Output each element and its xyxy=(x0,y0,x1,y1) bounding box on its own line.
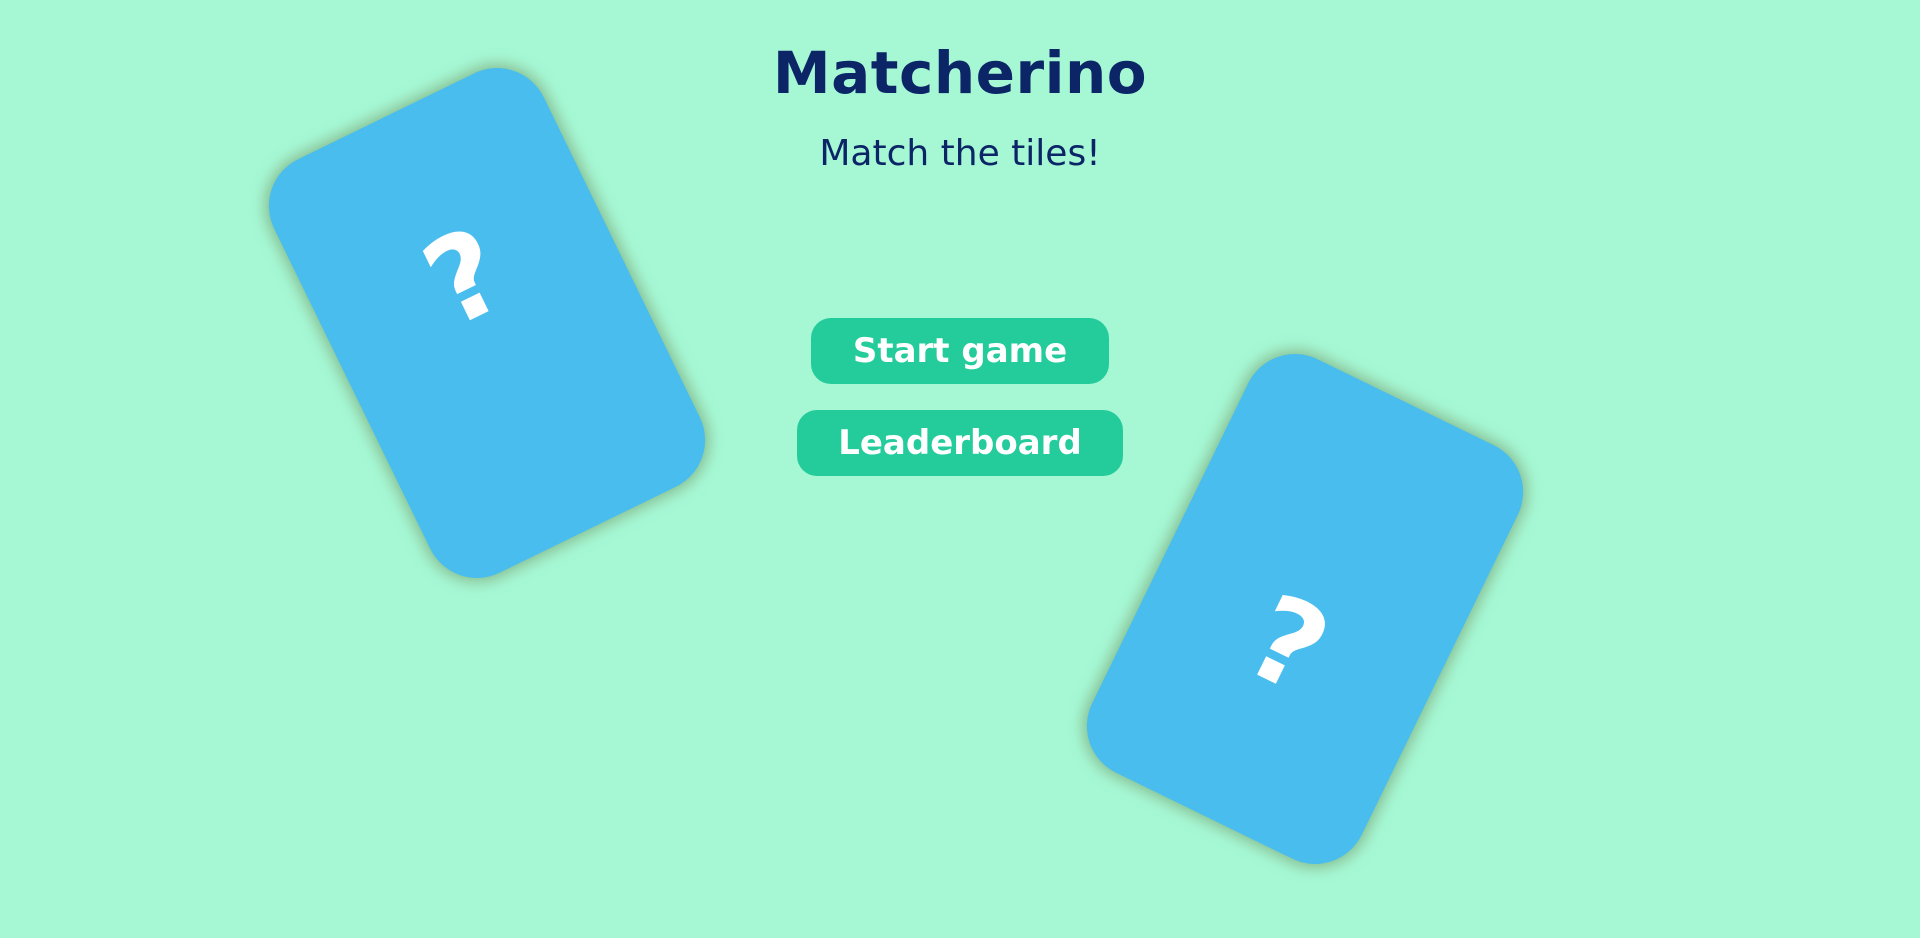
question-mark-icon: ? xyxy=(403,200,526,355)
game-title: Matcherino xyxy=(772,39,1148,107)
decorative-card-right[interactable]: ? xyxy=(1069,336,1541,882)
decorative-card-left[interactable]: ? xyxy=(251,50,723,596)
main-menu-screen: ? ? Matcherino Match the tiles! Start ga… xyxy=(0,0,1920,938)
question-mark-icon: ? xyxy=(1226,567,1349,722)
game-subtitle: Match the tiles! xyxy=(819,133,1101,174)
leaderboard-button[interactable]: Leaderboard xyxy=(797,410,1123,476)
start-game-button[interactable]: Start game xyxy=(811,318,1109,384)
